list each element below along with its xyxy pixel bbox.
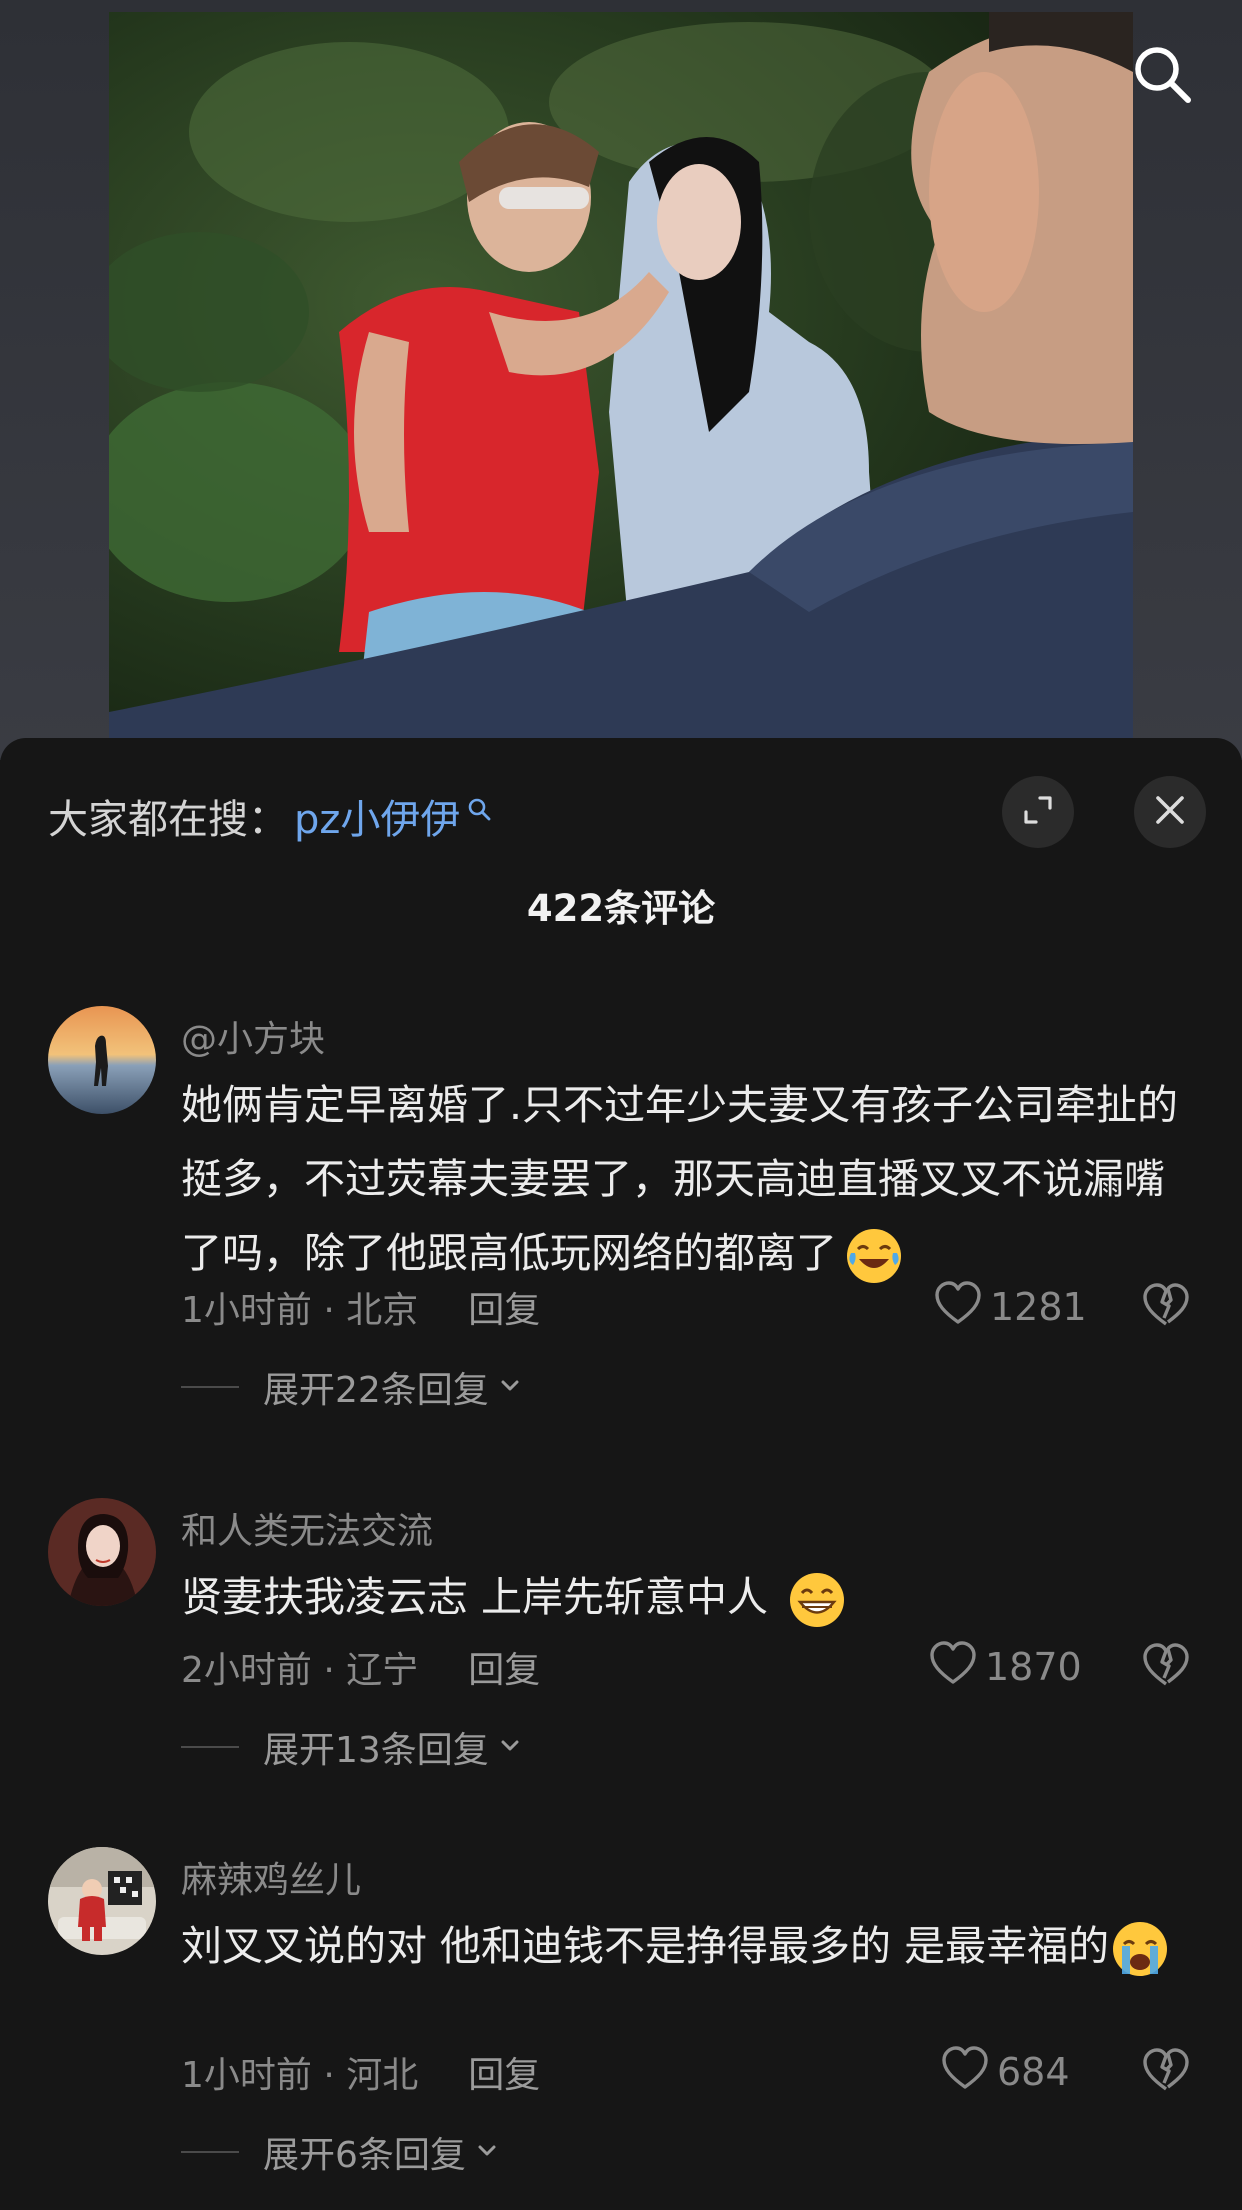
chevron-down-icon: [489, 1727, 523, 1768]
reply-button[interactable]: 回复: [468, 1641, 540, 1693]
grinning-emoji: [786, 1569, 848, 1631]
dislike-button[interactable]: [1138, 1639, 1194, 1695]
comments-sheet: 大家都在搜： pz小伊伊 422条评论 @小方块 她俩肯定早离婚了.只不过年少夫…: [0, 738, 1242, 2210]
dislike-button[interactable]: [1138, 1279, 1194, 1335]
search-suggestion-prefix: 大家都在搜：: [48, 797, 288, 843]
comment-text: 贤妻扶我凌云志 上岸先斩意中人: [181, 1560, 1201, 1634]
search-suggestion-term[interactable]: pz小伊伊: [294, 787, 460, 845]
like-button[interactable]: 1281: [934, 1279, 1087, 1335]
search-suggestion[interactable]: 大家都在搜： pz小伊伊: [48, 786, 492, 846]
chevron-down-icon: [466, 2132, 500, 2173]
like-button[interactable]: 684: [941, 2044, 1070, 2100]
like-count: 1870: [985, 1645, 1082, 1689]
expand-replies-label: 展开13条回复: [263, 1730, 489, 1771]
expand-replies-button[interactable]: 展开22条回复: [181, 1362, 523, 1412]
like-count: 684: [997, 2050, 1070, 2094]
search-icon: [1130, 42, 1194, 110]
comment-count: 422条评论: [526, 887, 716, 930]
comment-text: 刘叉叉说的对 他和迪钱不是挣得最多的 是最幸福的: [181, 1909, 1201, 1983]
search-icon: [466, 796, 492, 836]
comment-text-content: 刘叉叉说的对 他和迪钱不是挣得最多的 是最幸福的: [181, 1922, 1110, 1970]
crying-emoji: [1109, 1918, 1171, 1980]
heart-icon: [929, 1640, 985, 1695]
comment-meta: 1小时前 · 北京 回复: [181, 1282, 540, 1332]
expand-sheet-button[interactable]: [1002, 776, 1074, 848]
heart-icon: [941, 2045, 997, 2100]
video-player[interactable]: [0, 0, 1242, 760]
avatar[interactable]: [48, 1498, 156, 1606]
divider: [181, 2151, 239, 2153]
like-count: 1281: [990, 1285, 1087, 1329]
chevron-down-icon: [489, 1367, 523, 1408]
comment-username[interactable]: 麻辣鸡丝儿: [181, 1851, 361, 1903]
avatar[interactable]: [48, 1847, 156, 1955]
comment-meta: 2小时前 · 辽宁 回复: [181, 1642, 540, 1692]
comment-username[interactable]: 和人类无法交流: [181, 1502, 433, 1554]
dislike-button[interactable]: [1138, 2044, 1194, 2100]
comment-item: 麻辣鸡丝儿 刘叉叉说的对 他和迪钱不是挣得最多的 是最幸福的 1小时前 · 河北…: [0, 1847, 1242, 2207]
video-frame[interactable]: [109, 12, 1133, 740]
comment-item: 和人类无法交流 贤妻扶我凌云志 上岸先斩意中人 2小时前 · 辽宁 回复 187…: [0, 1498, 1242, 1798]
close-icon: [1152, 792, 1188, 832]
comment-text-content: 她俩肯定早离婚了.只不过年少夫妻又有孩子公司牵扯的挺多，不过荧幕夫妻罢了，那天高…: [181, 1081, 1179, 1277]
comment-meta: 1小时前 · 河北 回复: [181, 2047, 540, 2097]
broken-heart-icon: [1142, 2047, 1190, 2097]
comment-time-location: 2小时前 · 辽宁: [181, 1650, 419, 1691]
avatar[interactable]: [48, 1006, 156, 1114]
comment-item: @小方块 她俩肯定早离婚了.只不过年少夫妻又有孩子公司牵扯的挺多，不过荧幕夫妻罢…: [0, 1006, 1242, 1411]
expand-replies-button[interactable]: 展开13条回复: [181, 1722, 523, 1772]
like-button[interactable]: 1870: [929, 1639, 1082, 1695]
reply-button[interactable]: 回复: [468, 1281, 540, 1333]
comment-text: 她俩肯定早离婚了.只不过年少夫妻又有孩子公司牵扯的挺多，不过荧幕夫妻罢了，那天高…: [181, 1068, 1201, 1290]
expand-replies-label: 展开22条回复: [263, 1370, 489, 1411]
reply-button[interactable]: 回复: [468, 2046, 540, 2098]
heart-icon: [934, 1280, 990, 1335]
divider: [181, 1746, 239, 1748]
laughing-crying-emoji: [843, 1225, 905, 1287]
expand-replies-button[interactable]: 展开6条回复: [181, 2127, 500, 2177]
close-sheet-button[interactable]: [1134, 776, 1206, 848]
video-still-image: [109, 12, 1133, 740]
broken-heart-icon: [1142, 1282, 1190, 1332]
expand-replies-label: 展开6条回复: [263, 2135, 466, 2176]
expand-icon: [1018, 790, 1058, 834]
comment-text-content: 贤妻扶我凌云志 上岸先斩意中人: [181, 1573, 769, 1621]
comment-time-location: 1小时前 · 北京: [181, 1290, 419, 1331]
divider: [181, 1386, 239, 1388]
comment-username[interactable]: @小方块: [181, 1010, 325, 1062]
comment-time-location: 1小时前 · 河北: [181, 2055, 419, 2096]
search-button[interactable]: [1126, 40, 1198, 112]
broken-heart-icon: [1142, 1642, 1190, 1692]
